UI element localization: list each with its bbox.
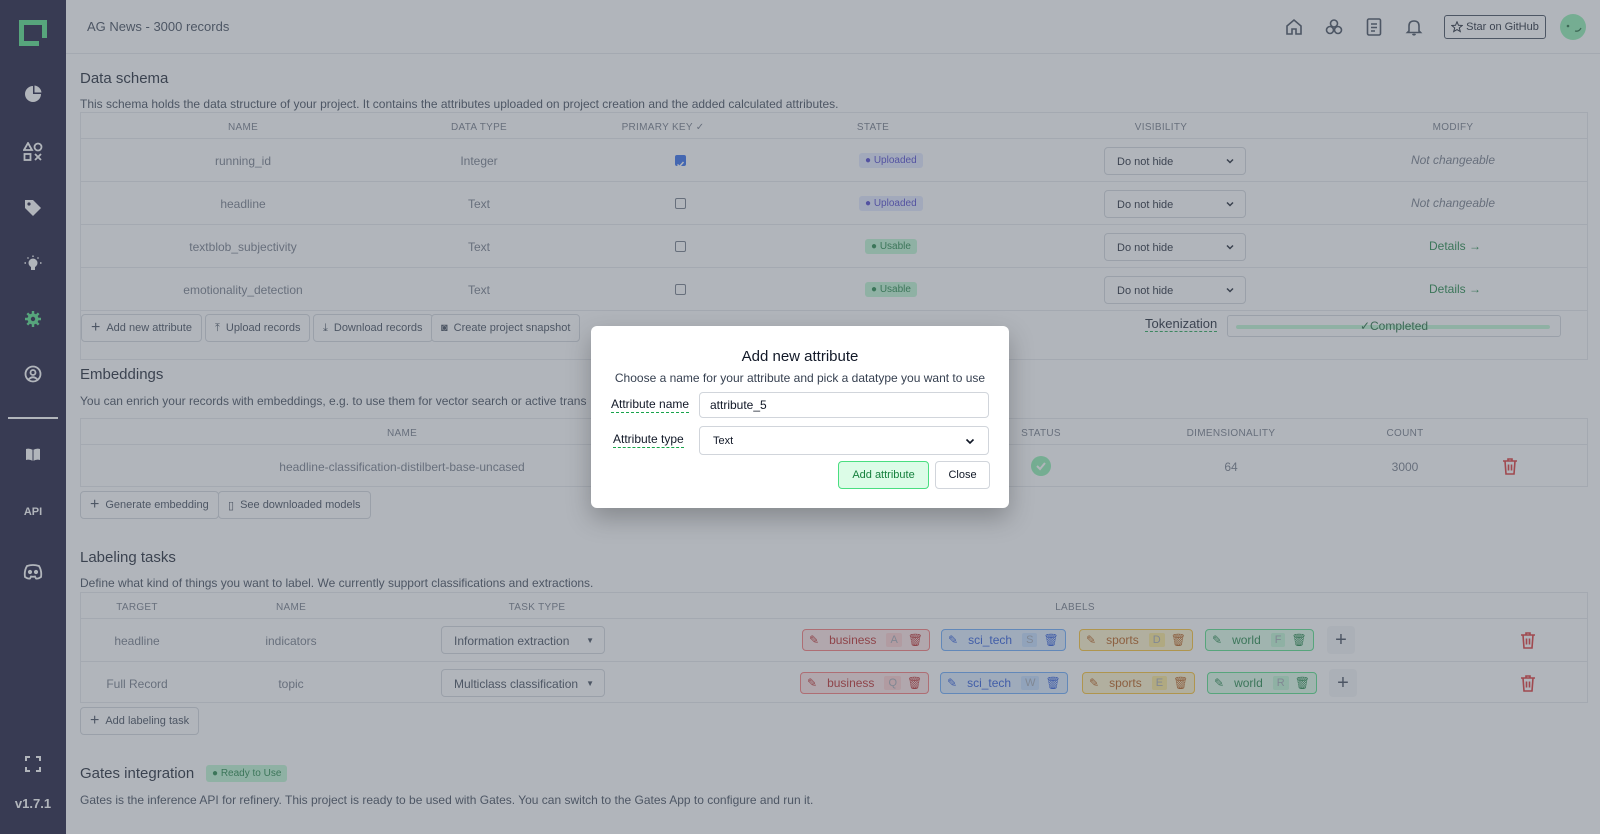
attribute-type-value: Text bbox=[713, 435, 734, 447]
attribute-name-label: Attribute name bbox=[611, 397, 690, 413]
attribute-type-label: Attribute type bbox=[613, 432, 684, 448]
attribute-type-select[interactable]: Text bbox=[699, 426, 989, 455]
add-attribute-button[interactable]: Add attribute bbox=[838, 461, 929, 489]
chevron-down-icon bbox=[965, 438, 975, 445]
add-attribute-modal: Add new attribute Choose a name for your… bbox=[591, 326, 1009, 508]
modal-description: Choose a name for your attribute and pic… bbox=[614, 371, 986, 385]
attribute-name-input[interactable] bbox=[699, 392, 989, 418]
close-button[interactable]: Close bbox=[935, 461, 990, 489]
modal-title: Add new attribute bbox=[741, 348, 859, 365]
